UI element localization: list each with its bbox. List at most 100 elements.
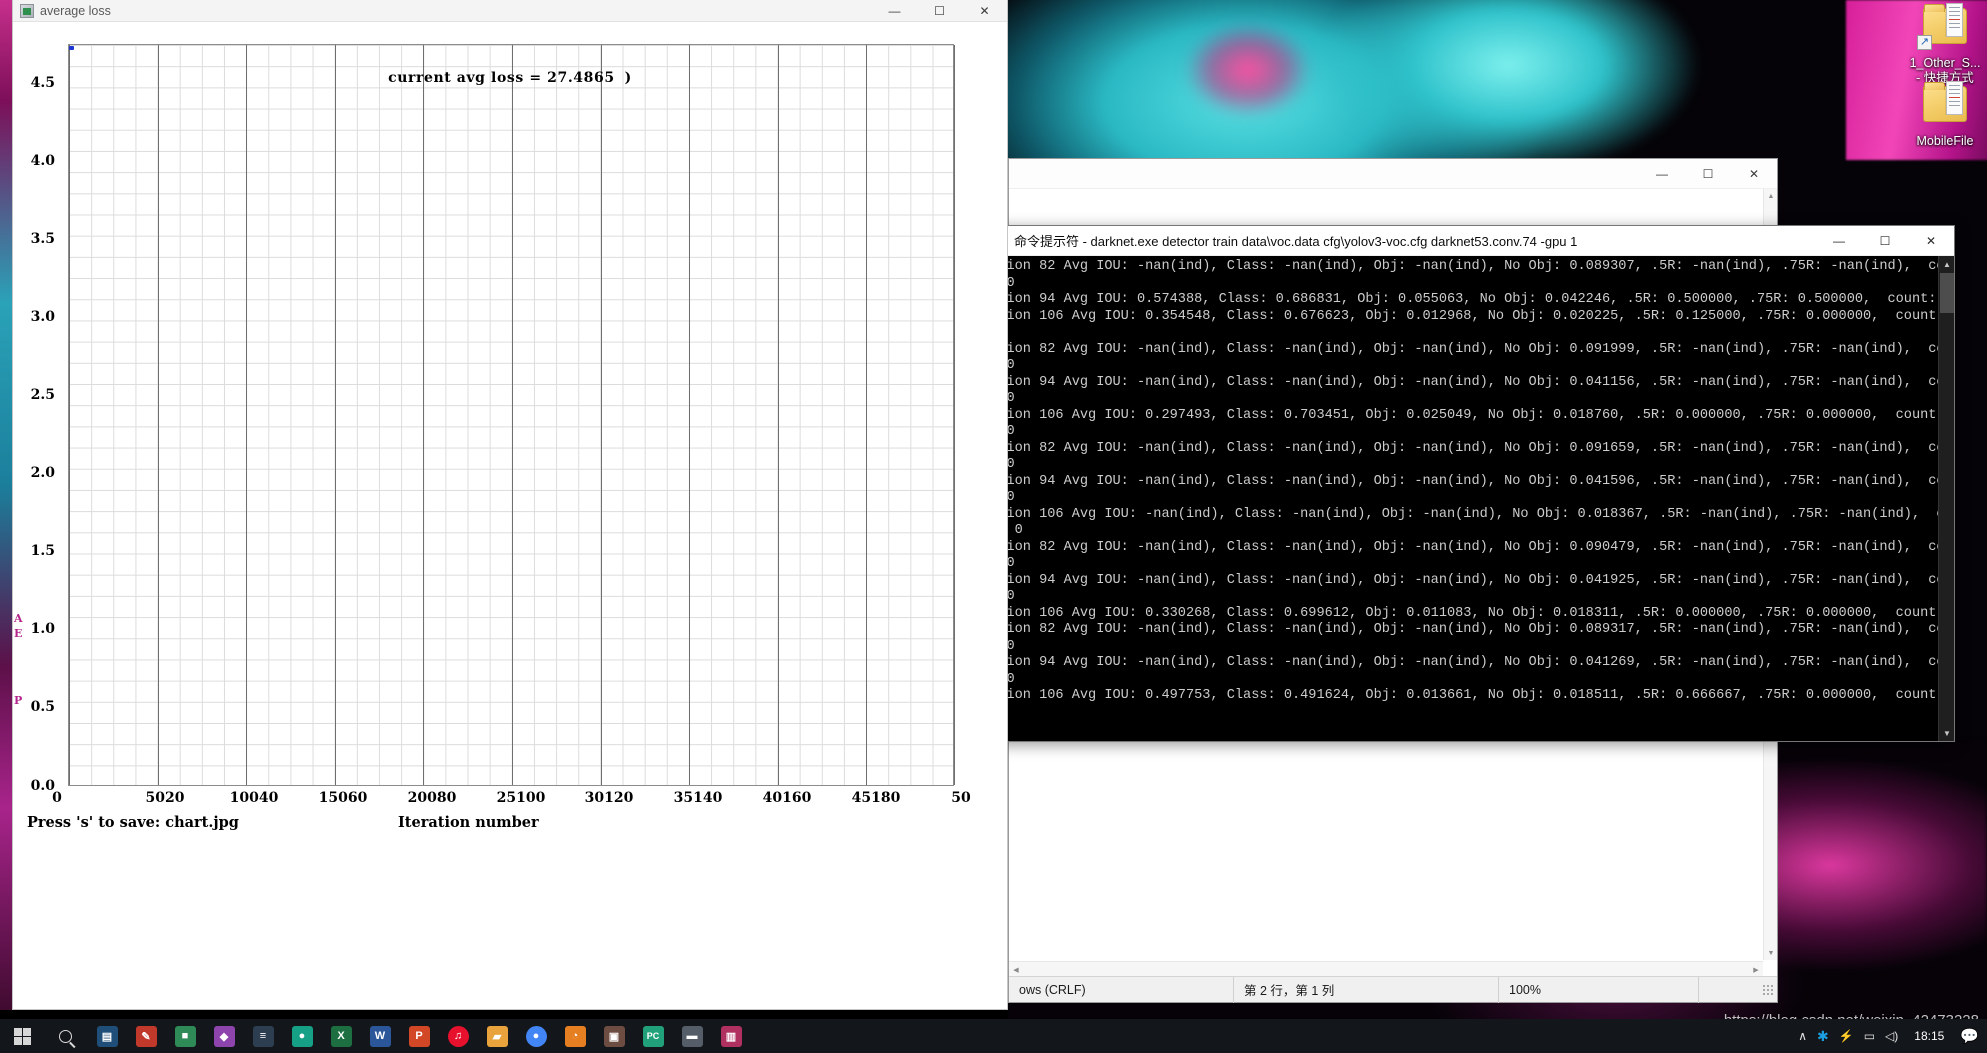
x-tick-2: 10040 — [229, 790, 279, 806]
taskbar-app-chrome[interactable]: ● — [517, 1019, 555, 1053]
console-body[interactable]: Region 82 Avg IOU: -nan(ind), Class: -na… — [980, 256, 1954, 741]
console-scroll-thumb[interactable] — [1940, 273, 1954, 313]
status-zoom: 100% — [1499, 976, 1699, 1003]
search-icon — [58, 1029, 72, 1043]
taskbar-app-powerpoint[interactable]: P — [400, 1019, 438, 1053]
editor-titlebar[interactable]: — ☐ ✕ — [1009, 159, 1777, 189]
taskbar-app-14[interactable]: ▣ — [595, 1019, 633, 1053]
start-button[interactable] — [0, 1019, 44, 1053]
x-axis-title: Iteration number — [398, 814, 539, 831]
chart-maximize-button[interactable]: ☐ — [917, 0, 962, 22]
taskbar-search-button[interactable] — [44, 1019, 86, 1053]
tray-app-icon[interactable]: ✱ — [1817, 1028, 1829, 1045]
console-window[interactable]: 命令提示符 - darknet.exe detector train data\… — [979, 225, 1955, 742]
status-encoding: ows (CRLF) — [1009, 976, 1234, 1003]
taskbar-app-13[interactable]: ◔ — [556, 1019, 594, 1053]
editor-close-button[interactable]: ✕ — [1731, 159, 1777, 189]
console-close-button[interactable]: ✕ — [1908, 226, 1954, 256]
desktop-icon-other-s[interactable]: ↗ 1_Other_S... - 快捷方式 — [1892, 3, 1987, 86]
app-icon: ▬ — [681, 1025, 703, 1047]
scroll-up-icon[interactable]: ▲ — [1764, 189, 1778, 203]
chart-title-text: current avg loss = 27.4865 — [388, 70, 615, 86]
folder-icon: ▰ — [486, 1025, 508, 1047]
console-titlebar[interactable]: 命令提示符 - darknet.exe detector train data\… — [980, 226, 1954, 256]
chart-window[interactable]: average loss — ☐ ✕ A E P current avg los… — [12, 0, 1008, 1010]
taskbar-app-16[interactable]: ▬ — [673, 1019, 711, 1053]
x-tick-4: 20080 — [407, 790, 457, 806]
console-output: Region 82 Avg IOU: -nan(ind), Class: -na… — [982, 259, 1938, 703]
editor-status-bar: ows (CRLF) 第 2 行，第 1 列 100% — [1009, 976, 1777, 1003]
scroll-down-icon[interactable]: ▼ — [1764, 946, 1778, 960]
system-tray: ∧ ✱ ⚡ ▭ ◁) 18:15 💬 — [1798, 1019, 1987, 1053]
editor-maximize-button[interactable]: ☐ — [1685, 159, 1731, 189]
taskbar-app-17[interactable]: ▥ — [712, 1019, 750, 1053]
editor-minimize-button[interactable]: — — [1639, 159, 1685, 189]
word-icon: W — [369, 1025, 391, 1047]
console-scrollbar[interactable]: ▲ ▼ — [1938, 256, 1954, 741]
x-tick-10: 50 — [951, 790, 971, 806]
console-scroll-up-icon[interactable]: ▲ — [1939, 256, 1954, 272]
console-minimize-button[interactable]: — — [1816, 226, 1862, 256]
app-icon: ● — [291, 1025, 313, 1047]
taskbar-app-1[interactable]: ▤ — [88, 1019, 126, 1053]
plot-area — [68, 44, 955, 786]
resize-grip-icon[interactable] — [1762, 983, 1774, 996]
taskbar-app-6[interactable]: ● — [283, 1019, 321, 1053]
taskbar-app-pycharm[interactable]: PC — [634, 1019, 672, 1053]
chart-close-button[interactable]: ✕ — [962, 0, 1007, 22]
chart-minimize-button[interactable]: — — [872, 0, 917, 22]
y-tick-1: 0.5 — [30, 699, 55, 715]
desktop-icon-mobilefile[interactable]: MobileFile — [1892, 81, 1987, 149]
chart-title-paren: ) — [624, 70, 632, 86]
taskbar-app-folder[interactable]: ▰ — [478, 1019, 516, 1053]
app-icon: ◔ — [564, 1025, 586, 1047]
console-scroll-down-icon[interactable]: ▼ — [1939, 725, 1954, 741]
scroll-right-icon[interactable]: ▶ — [1749, 962, 1763, 977]
app-icon: ■ — [174, 1025, 196, 1047]
y-tick-6: 3.0 — [30, 309, 55, 325]
folder-icon — [1917, 81, 1973, 130]
x-tick-8: 40160 — [762, 790, 812, 806]
y-tick-2: 1.0 — [30, 621, 55, 637]
taskbar-app-music[interactable]: ♫ — [439, 1019, 477, 1053]
chart-titlebar[interactable]: average loss — ☐ ✕ — [13, 0, 1007, 22]
taskbar[interactable]: ▤ ✎ ■ ◆ ≡ ● X W P ♫ ▰ ● ◔ ▣ PC ▬ ▥ ∧ ✱ ⚡… — [0, 1019, 1987, 1053]
taskbar-app-3[interactable]: ■ — [166, 1019, 204, 1053]
x-tick-0: 0 — [52, 790, 62, 806]
app-icon: ◆ — [213, 1025, 235, 1047]
y-tick-9: 4.5 — [30, 75, 55, 91]
taskbar-clock[interactable]: 18:15 — [1914, 1029, 1944, 1043]
taskbar-app-4[interactable]: ◆ — [205, 1019, 243, 1053]
editor-horizontal-scrollbar[interactable]: ◀ ▶ — [1009, 961, 1763, 976]
excel-icon: X — [330, 1025, 352, 1047]
scroll-left-icon[interactable]: ◀ — [1009, 962, 1023, 977]
tray-expand-icon[interactable]: ∧ — [1798, 1029, 1807, 1043]
wallpaper-smoke-pink — [1168, 10, 1328, 130]
y-tick-7: 3.5 — [30, 231, 55, 247]
music-icon: ♫ — [447, 1025, 469, 1047]
chart-icon — [20, 3, 34, 18]
taskbar-app-excel[interactable]: X — [322, 1019, 360, 1053]
taskbar-app-2[interactable]: ✎ — [127, 1019, 165, 1053]
status-cursor-position: 第 2 行，第 1 列 — [1234, 976, 1499, 1003]
taskbar-app-word[interactable]: W — [361, 1019, 399, 1053]
tray-battery-icon[interactable]: ⚡ — [1839, 1029, 1854, 1043]
chrome-icon: ● — [525, 1025, 547, 1047]
chart-window-title: average loss — [40, 3, 111, 18]
x-axis-labels: 0 5020 10040 15060 20080 25100 30120 351… — [13, 790, 1009, 812]
app-icon: ≡ — [252, 1025, 274, 1047]
folder-shortcut-icon: ↗ — [1917, 3, 1973, 52]
windows-logo-icon — [13, 1027, 31, 1045]
chart-canvas: A E P current avg loss = 27.4865) 0.0 0.… — [13, 22, 1007, 1009]
taskbar-app-5[interactable]: ≡ — [244, 1019, 282, 1053]
app-icon: ✎ — [135, 1025, 157, 1047]
x-tick-6: 30120 — [584, 790, 634, 806]
notification-icon[interactable]: 💬 — [1960, 1027, 1979, 1045]
console-maximize-button[interactable]: ☐ — [1862, 226, 1908, 256]
x-tick-7: 35140 — [673, 790, 723, 806]
tray-network-icon[interactable]: ▭ — [1864, 1029, 1875, 1043]
tray-volume-icon[interactable]: ◁) — [1885, 1029, 1898, 1043]
y-tick-8: 4.0 — [30, 153, 55, 169]
wallpaper-left-sliver — [0, 0, 12, 1010]
console-title: 命令提示符 - darknet.exe detector train data\… — [1014, 234, 1578, 249]
